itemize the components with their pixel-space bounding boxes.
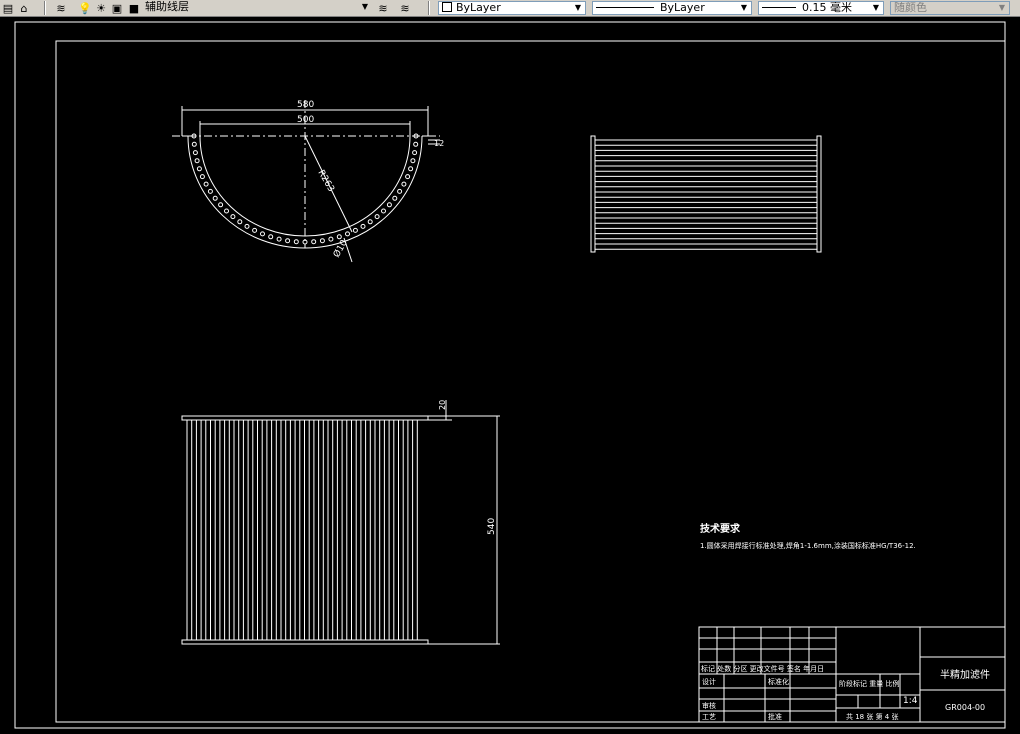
dim-outer: 580 bbox=[297, 100, 314, 110]
tb-header-row: 标记 处数 分区 更改文件号 签名 年月日 bbox=[701, 664, 824, 673]
drawing-frame-inner bbox=[55, 40, 1006, 723]
hole bbox=[196, 166, 202, 172]
chevron-down-icon: ▼ bbox=[998, 3, 1006, 12]
hole bbox=[199, 174, 205, 180]
hole bbox=[311, 239, 317, 245]
dim-offset: 12 bbox=[434, 139, 444, 148]
hole bbox=[352, 227, 358, 233]
color-swatch-icon bbox=[442, 2, 452, 12]
hole bbox=[285, 238, 291, 244]
lineweight-value: 0.15 毫米 bbox=[802, 1, 852, 14]
layer-previous-icon[interactable]: ≋ bbox=[398, 1, 412, 15]
dim-radius: R263 bbox=[315, 169, 335, 194]
layer-select[interactable]: 辅助线层 ▼ bbox=[142, 1, 372, 15]
tb-drawing-no: GR004-00 bbox=[945, 703, 985, 712]
toolbar-separator bbox=[428, 1, 430, 15]
hole bbox=[260, 231, 265, 237]
linetype-value: ByLayer bbox=[660, 1, 705, 14]
hole bbox=[203, 181, 209, 187]
hole bbox=[268, 234, 274, 240]
lineweight-select[interactable]: 0.15 毫米 ▼ bbox=[758, 1, 884, 15]
tb-designer: 设计 bbox=[702, 677, 716, 686]
dim-inner: 500 bbox=[297, 115, 314, 125]
hole bbox=[194, 158, 200, 164]
lightbulb-icon[interactable]: 💡 bbox=[78, 1, 92, 15]
chevron-down-icon[interactable]: ▼ bbox=[870, 2, 882, 14]
hole bbox=[276, 236, 282, 242]
front-view bbox=[181, 400, 500, 645]
hole bbox=[218, 202, 224, 208]
hole bbox=[413, 141, 419, 147]
hole bbox=[405, 174, 411, 180]
hole bbox=[397, 188, 403, 194]
hole bbox=[252, 227, 258, 233]
hole bbox=[293, 239, 299, 245]
layer-icon[interactable]: ▤ bbox=[1, 1, 15, 15]
color-value: ByLayer bbox=[456, 1, 501, 14]
drawing-svg[interactable]: 580 500 R263 Ø10 12 540 20 技术要求 1.圆体采用焊接… bbox=[0, 17, 1020, 730]
hole bbox=[237, 219, 243, 225]
lineweight-preview bbox=[762, 7, 796, 8]
hole bbox=[392, 195, 398, 201]
hole bbox=[224, 208, 229, 214]
properties-toolbar: ▤ ⌂ ≋ 💡 ☀ ▣ ■ 辅助线层 ▼ ≋ ≋ ByLayer ▼ ByLay… bbox=[0, 0, 1020, 17]
chevron-down-icon[interactable]: ▼ bbox=[572, 2, 584, 14]
tb-reviewer: 审核 bbox=[702, 701, 716, 710]
tb-process: 工艺 bbox=[702, 713, 716, 721]
tech-title: 技术要求 bbox=[700, 522, 741, 535]
dim-flange: 20 bbox=[438, 400, 447, 410]
chevron-down-icon[interactable]: ▼ bbox=[359, 1, 371, 13]
home-icon[interactable]: ⌂ bbox=[17, 1, 31, 15]
make-current-icon[interactable]: ≋ bbox=[376, 1, 390, 15]
hole bbox=[191, 141, 197, 147]
drawing-frame-outer bbox=[14, 21, 1006, 729]
hole bbox=[412, 150, 418, 156]
chevron-down-icon[interactable]: ▼ bbox=[738, 2, 750, 14]
hole bbox=[319, 238, 325, 244]
hole bbox=[374, 214, 380, 220]
tb-approve: 批准 bbox=[768, 712, 782, 721]
hole bbox=[401, 181, 407, 187]
hole bbox=[408, 166, 414, 172]
tb-stage-labels: 阶段标记 重量 比例 bbox=[839, 679, 899, 688]
linetype-preview bbox=[596, 7, 654, 8]
tb-scale: 1:4 bbox=[903, 696, 918, 706]
hole bbox=[212, 195, 218, 201]
hole bbox=[207, 188, 213, 194]
hole bbox=[410, 158, 416, 164]
sun-icon[interactable]: ☀ bbox=[94, 1, 108, 15]
layer-name: 辅助线层 bbox=[145, 1, 189, 13]
hole bbox=[386, 202, 392, 208]
hole bbox=[192, 150, 198, 156]
tb-part-name: 半精加滤件 bbox=[940, 668, 990, 681]
plot-style-select: 随颜色 ▼ bbox=[890, 1, 1010, 15]
layer-color-icon[interactable]: ■ bbox=[127, 1, 141, 15]
layer-manager-icon[interactable]: ≋ bbox=[54, 1, 68, 15]
tech-line-1: 1.圆体采用焊接行标准处理,焊角1-1.6mm,涂装国标标准HG/T36-12. bbox=[700, 541, 916, 550]
plot-style-value: 随颜色 bbox=[894, 1, 927, 14]
toolbar-separator bbox=[44, 1, 46, 15]
linetype-select[interactable]: ByLayer ▼ bbox=[592, 1, 752, 15]
tb-sheet-info: 共 18 张 第 4 张 bbox=[846, 712, 899, 721]
hole bbox=[381, 208, 386, 214]
color-select[interactable]: ByLayer ▼ bbox=[438, 1, 586, 15]
hole bbox=[367, 219, 373, 225]
hole bbox=[230, 214, 236, 220]
dim-height: 540 bbox=[487, 518, 497, 535]
drawing-canvas[interactable]: 580 500 R263 Ø10 12 540 20 技术要求 1.圆体采用焊接… bbox=[0, 17, 1020, 730]
side-view bbox=[590, 135, 822, 253]
hole bbox=[345, 231, 350, 237]
hole bbox=[328, 236, 334, 242]
lock-icon[interactable]: ▣ bbox=[110, 1, 124, 15]
hole bbox=[244, 223, 250, 229]
hole bbox=[360, 223, 366, 229]
tb-standardize: 标准化 bbox=[768, 677, 789, 686]
